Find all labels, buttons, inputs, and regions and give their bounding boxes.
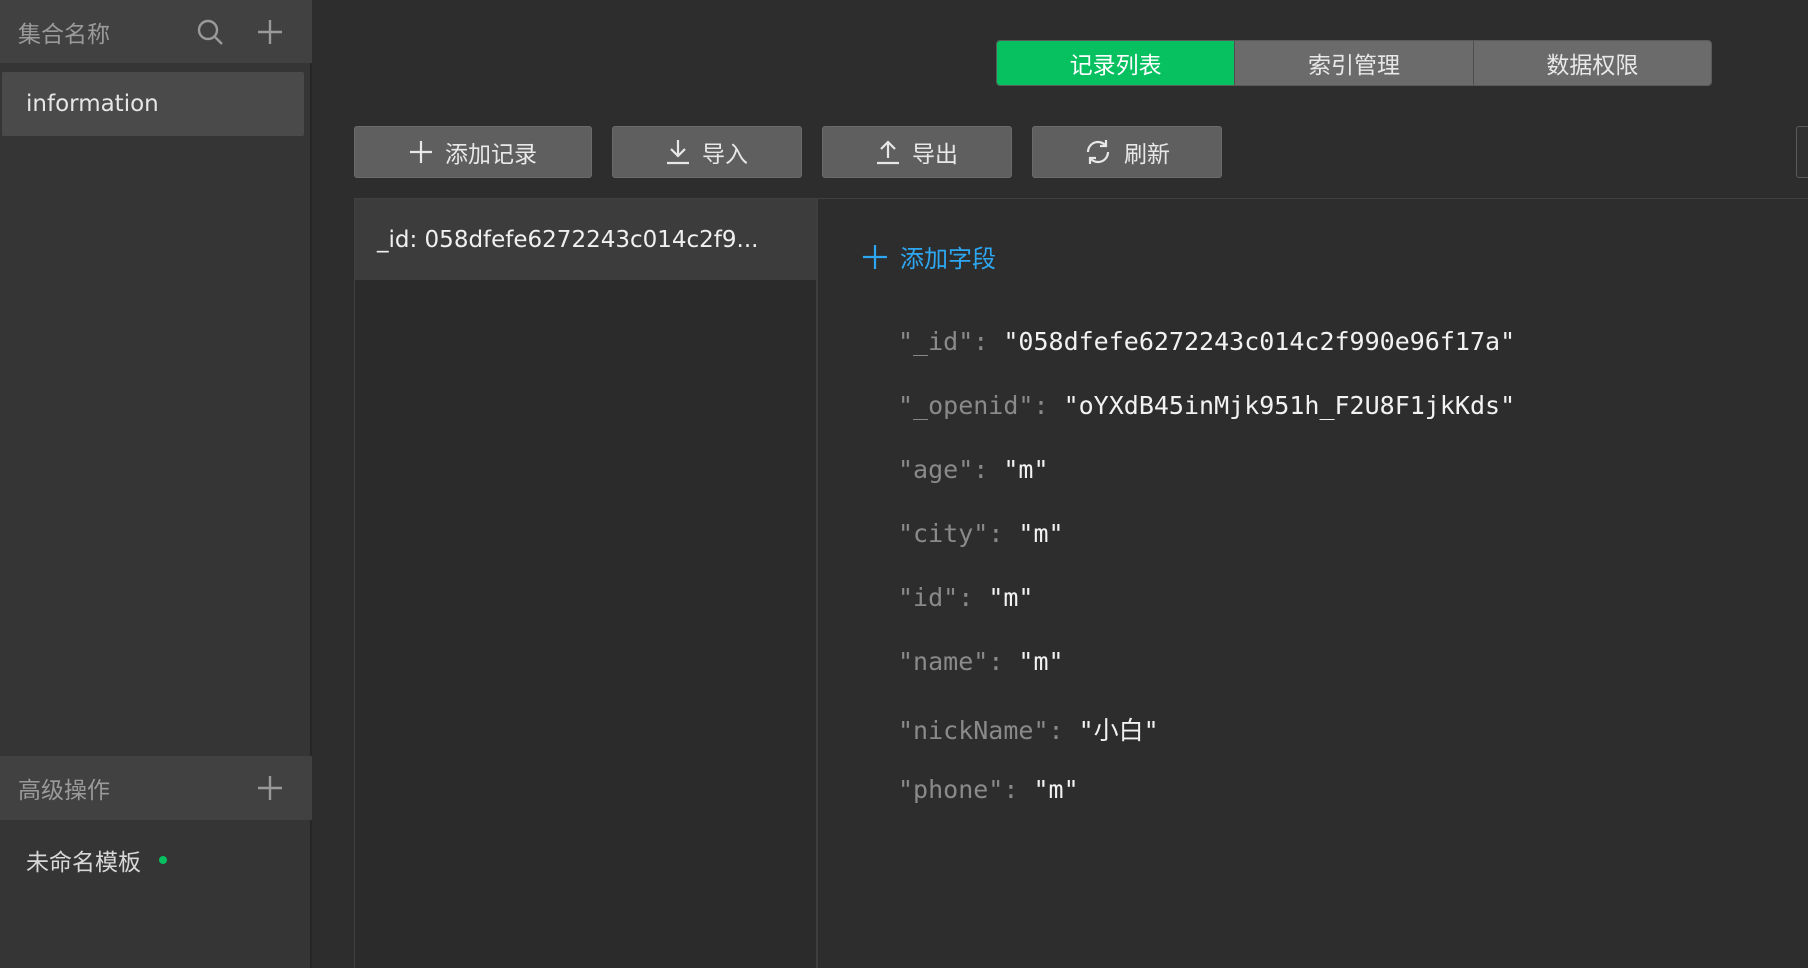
field-colon: : (958, 583, 989, 612)
field-colon: : (988, 647, 1019, 676)
template-item-unnamed[interactable]: 未命名模板 (0, 838, 312, 882)
field-row-age[interactable]: "age": "m" (898, 455, 1049, 484)
field-colon: : (1048, 716, 1079, 745)
field-key: "nickName" (898, 716, 1049, 745)
field-colon: : (988, 519, 1019, 548)
field-key: "age" (898, 455, 974, 484)
tab-data-permissions[interactable]: 数据权限 (1472, 41, 1711, 85)
add-record-label: 添加记录 (445, 142, 537, 168)
add-field-label: 添加字段 (900, 245, 996, 273)
plus-icon (410, 141, 432, 163)
records-list: _id: 058dfefe6272243c014c2f9... (354, 198, 818, 968)
field-value: "oYXdB45inMjk951h_F2U8F1jkKds" (1063, 391, 1516, 420)
collections-title: 集合名称 (18, 21, 110, 48)
add-field-button[interactable]: 添加字段 (862, 239, 996, 274)
field-value: "m" (988, 583, 1034, 612)
advanced-ops-header: 高级操作 (0, 756, 312, 820)
field-key: "_openid" (898, 391, 1034, 420)
collections-header: 集合名称 (0, 0, 312, 63)
field-value: "m" (1018, 519, 1064, 548)
field-key: "city" (898, 519, 989, 548)
toolbar-overflow-button[interactable] (1796, 126, 1808, 178)
field-key: "phone" (898, 775, 1004, 804)
collection-sidebar: 集合名称 information 高级操作 未命名模板 (0, 0, 312, 968)
field-row-openid[interactable]: "_openid": "oYXdB45inMjk951h_F2U8F1jkKds… (898, 391, 1515, 420)
field-row-idfield[interactable]: "id": "m" (898, 583, 1033, 612)
field-colon: : (1003, 775, 1034, 804)
record-item[interactable]: _id: 058dfefe6272243c014c2f9... (355, 199, 817, 280)
refresh-label: 刷新 (1124, 142, 1170, 168)
add-collection-icon[interactable] (250, 12, 290, 52)
template-item-label: 未命名模板 (26, 850, 141, 876)
field-colon: : (973, 327, 1004, 356)
unsaved-dot-icon (159, 856, 167, 864)
add-template-icon[interactable] (250, 768, 290, 808)
field-row-city[interactable]: "city": "m" (898, 519, 1064, 548)
export-label: 导出 (912, 142, 958, 168)
field-colon: : (1033, 391, 1064, 420)
refresh-icon (1086, 140, 1110, 164)
field-value: "m" (1018, 647, 1064, 676)
record-item-label: _id: 058dfefe6272243c014c2f9... (377, 226, 759, 253)
field-value: "m" (1033, 775, 1079, 804)
view-tabs: 记录列表 索引管理 数据权限 (996, 40, 1712, 86)
refresh-button[interactable]: 刷新 (1032, 126, 1222, 178)
field-value: "058dfefe6272243c014c2f990e96f17a" (1003, 327, 1516, 356)
collection-item-label: information (26, 91, 159, 117)
search-icon[interactable] (190, 12, 230, 52)
tab-record-list[interactable]: 记录列表 (997, 41, 1235, 85)
field-key: "id" (898, 583, 959, 612)
export-button[interactable]: 导出 (822, 126, 1012, 178)
upload-icon (877, 140, 899, 165)
plus-icon (863, 244, 887, 269)
collection-item-information[interactable]: information (2, 72, 304, 136)
field-key: "_id" (898, 327, 974, 356)
field-row-phone[interactable]: "phone": "m" (898, 775, 1079, 804)
field-key: "name" (898, 647, 989, 676)
tab-index-management[interactable]: 索引管理 (1234, 41, 1473, 85)
field-row-name[interactable]: "name": "m" (898, 647, 1064, 676)
field-value: "m" (1003, 455, 1049, 484)
add-record-button[interactable]: 添加记录 (354, 126, 592, 178)
advanced-ops-title: 高级操作 (18, 778, 110, 804)
field-row-nickname[interactable]: "nickName": "小白" (898, 711, 1159, 747)
download-icon (667, 140, 689, 165)
import-label: 导入 (702, 142, 748, 168)
field-row-id[interactable]: "_id": "058dfefe6272243c014c2f990e96f17a… (898, 327, 1515, 356)
import-button[interactable]: 导入 (612, 126, 802, 178)
field-colon: : (973, 455, 1004, 484)
record-detail: 添加字段 "_id": "058dfefe6272243c014c2f990e9… (816, 198, 1808, 968)
field-value: "小白" (1078, 716, 1159, 745)
